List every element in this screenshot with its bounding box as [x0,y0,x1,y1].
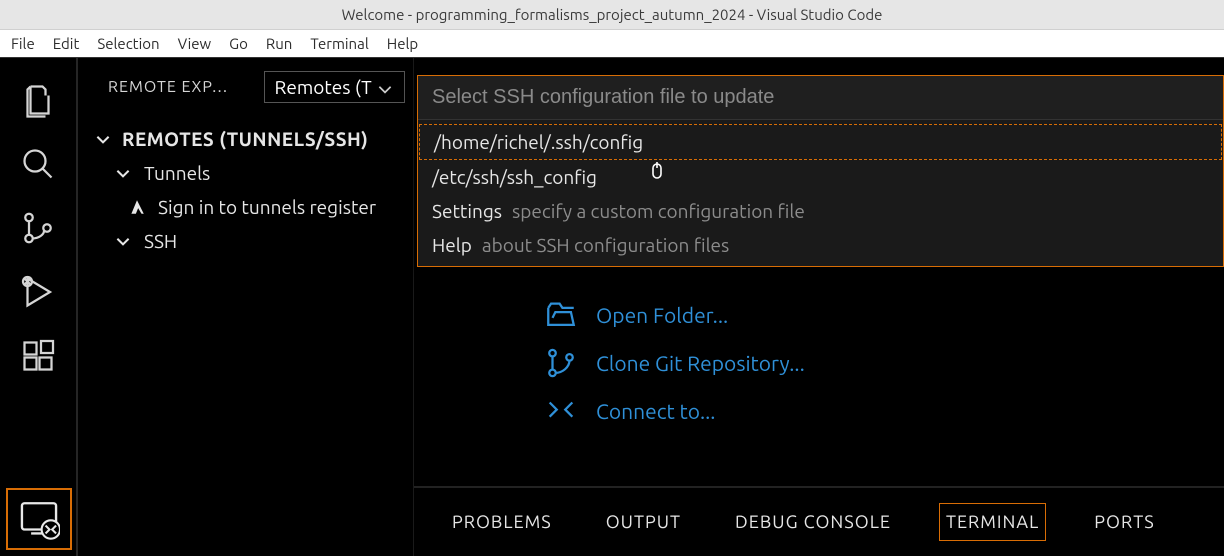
remotes-target-dropdown[interactable]: Remotes (T [264,71,405,103]
connect-to-label: Connect to... [596,399,715,423]
tunnels-label: Tunnels [144,162,210,184]
ssh-label: SSH [144,230,177,252]
sign-in-tunnels-item[interactable]: Sign in to tunnels register [78,190,413,224]
qi-option-label: /home/richel/.ssh/config [434,131,643,153]
git-branch-icon [544,346,578,380]
menu-bar: File Edit Selection View Go Run Terminal… [0,30,1224,58]
sign-in-tunnels-label: Sign in to tunnels register [158,196,376,218]
panel-tab-terminal[interactable]: TERMINAL [939,503,1046,541]
qi-option-help[interactable]: Help about SSH configuration files [418,228,1223,262]
folder-open-icon [544,298,578,332]
chevron-down-icon [94,130,112,148]
sidebar-title: REMOTE EXP… [108,78,254,96]
qi-option-label: /etc/ssh/ssh_config [432,166,597,188]
run-debug-icon[interactable] [14,260,62,324]
chevron-down-icon [114,164,132,182]
open-folder-label: Open Folder... [596,303,728,327]
azure-icon [128,198,146,216]
window-titlebar: Welcome - programming_formalisms_project… [0,0,1224,30]
open-folder-link[interactable]: Open Folder... [544,298,805,332]
chevron-down-icon [376,80,394,98]
remote-connect-icon [544,394,578,428]
menu-edit[interactable]: Edit [44,32,89,55]
window-title: Welcome - programming_formalisms_project… [342,6,883,23]
activity-bar [0,58,78,556]
panel-tab-debug-console[interactable]: DEBUG CONSOLE [729,504,897,540]
ssh-tree-item[interactable]: SSH [78,224,413,258]
qi-option-etc-config[interactable]: /etc/ssh/ssh_config [418,160,1223,194]
qi-option-label: Settings [432,200,502,222]
quick-input-list: /home/richel/.ssh/config /etc/ssh/ssh_co… [418,120,1223,266]
remotes-section-label: REMOTES (TUNNELS/SSH) [122,128,368,150]
remote-explorer-icon[interactable] [6,488,72,550]
menu-selection[interactable]: Selection [88,32,168,55]
quick-input-field[interactable] [418,76,1223,120]
menu-view[interactable]: View [169,32,221,55]
panel-tab-problems[interactable]: PROBLEMS [446,504,558,540]
quick-input: /home/richel/.ssh/config /etc/ssh/ssh_co… [417,75,1224,267]
qi-option-label: Help [432,234,472,256]
clone-repo-link[interactable]: Clone Git Repository... [544,346,805,380]
extensions-icon[interactable] [14,324,62,388]
menu-go[interactable]: Go [220,32,257,55]
panel-tab-output[interactable]: OUTPUT [600,504,687,540]
menu-file[interactable]: File [2,32,44,55]
qi-option-desc: specify a custom configuration file [512,200,805,222]
qi-option-user-config[interactable]: /home/richel/.ssh/config [419,124,1222,160]
panel-tab-ports[interactable]: PORTS [1088,504,1160,540]
explorer-icon[interactable] [14,68,62,132]
menu-terminal[interactable]: Terminal [301,32,377,55]
menu-run[interactable]: Run [257,32,301,55]
source-control-icon[interactable] [14,196,62,260]
clone-repo-label: Clone Git Repository... [596,351,805,375]
qi-option-settings[interactable]: Settings specify a custom configuration … [418,194,1223,228]
connect-to-link[interactable]: Connect to... [544,394,805,428]
chevron-down-icon [114,232,132,250]
menu-help[interactable]: Help [378,32,427,55]
search-icon[interactable] [14,132,62,196]
panel-tabs: PROBLEMS OUTPUT DEBUG CONSOLE TERMINAL P… [414,486,1224,556]
sidebar: REMOTE EXP… Remotes (T REMOTES (TUNNELS/… [78,58,414,556]
tunnels-tree-item[interactable]: Tunnels [78,156,413,190]
remotes-section-header[interactable]: REMOTES (TUNNELS/SSH) [78,122,413,156]
qi-option-desc: about SSH configuration files [482,234,729,256]
